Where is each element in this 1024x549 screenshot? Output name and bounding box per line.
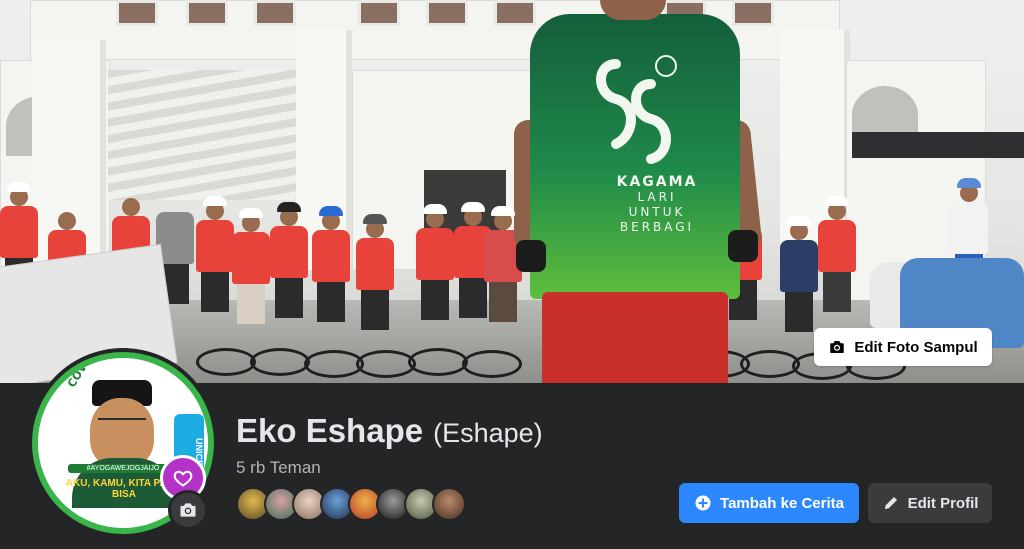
edit-profile-button[interactable]: Edit Profil — [868, 483, 992, 523]
jersey: KAGAMA LARI UNTUK BERBAGI — [530, 14, 740, 299]
building-stairs — [108, 70, 298, 200]
bicycle — [408, 348, 468, 376]
edit-profile-label: Edit Profil — [907, 494, 979, 512]
cyclist — [780, 216, 818, 332]
jersey-brand: KAGAMA — [616, 174, 698, 190]
cyclist — [416, 204, 454, 320]
building-window — [116, 0, 158, 26]
cyclist — [818, 196, 856, 312]
heart-icon — [173, 470, 193, 487]
bicycle — [356, 350, 416, 378]
profile-name-line: Eko Eshape (Eshape) — [236, 412, 543, 450]
add-to-story-button[interactable]: Tambah ke Cerita — [679, 483, 859, 523]
edit-cover-photo-label: Edit Foto Sampul — [854, 338, 978, 356]
cyclist — [312, 206, 350, 322]
friend-avatars — [236, 487, 466, 521]
cyclist — [270, 202, 308, 318]
canopy — [852, 132, 1024, 158]
building-window — [186, 0, 228, 26]
pencil-icon — [884, 497, 897, 509]
bicycle — [304, 350, 364, 378]
cyclist — [196, 196, 234, 312]
jersey-text: KAGAMA LARI UNTUK BERBAGI — [602, 174, 712, 235]
cyclist — [356, 214, 394, 330]
profile-alternate-name: (Eshape) — [433, 418, 543, 448]
building-window — [426, 0, 468, 26]
glasses — [98, 418, 146, 428]
profile-name: Eko Eshape — [236, 412, 424, 449]
friends-count-link[interactable]: 5 rb Teman — [236, 458, 321, 478]
camera-icon — [830, 341, 845, 353]
building-window — [358, 0, 400, 26]
jersey-line: UNTUK — [628, 205, 686, 219]
jersey-line: BERBAGI — [619, 220, 695, 234]
update-profile-picture-button[interactable] — [168, 490, 208, 530]
cover-photo[interactable]: KAGAMA LARI UNTUK BERBAGI Edit Foto Samp… — [0, 0, 1024, 383]
plus-circle-icon — [695, 495, 711, 511]
shorts — [542, 292, 728, 383]
cyclist — [232, 208, 270, 324]
building-window — [254, 0, 296, 26]
add-to-story-label: Tambah ke Cerita — [720, 494, 844, 512]
bicycle — [196, 348, 256, 376]
kagama-logo-icon — [596, 55, 677, 164]
edit-cover-photo-button[interactable]: Edit Foto Sampul — [814, 328, 992, 366]
bicycle — [250, 348, 310, 376]
jersey-line: LARI — [637, 190, 677, 204]
friend-avatar[interactable] — [432, 487, 466, 521]
runner: KAGAMA LARI UNTUK BERBAGI — [512, 0, 763, 383]
camera-icon — [180, 503, 196, 517]
